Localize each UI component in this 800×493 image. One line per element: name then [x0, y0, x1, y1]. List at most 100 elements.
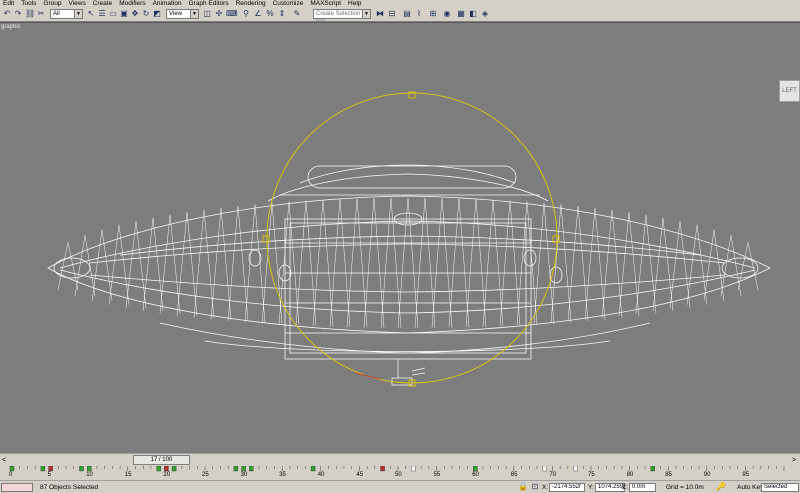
menu-tools[interactable]: Tools [21, 0, 36, 7]
mesh-edge [363, 198, 385, 328]
animation-key[interactable] [650, 466, 655, 472]
selection-filter-dropdown[interactable]: All ▼ [50, 9, 83, 19]
spinner-snap-icon[interactable]: ⇕ [277, 9, 287, 19]
snap-toggle-icon[interactable]: ⚲ [241, 9, 251, 19]
curve-editor-icon[interactable]: ⌇ [414, 9, 424, 19]
mesh-edge [397, 197, 419, 329]
pivot-center-icon[interactable]: ◫ [202, 9, 212, 19]
animation-key[interactable] [79, 466, 84, 472]
track-tick-label: 60 [472, 472, 479, 478]
unlink-icon[interactable]: ✂ [36, 9, 46, 19]
mesh-edge [635, 214, 657, 314]
mesh-edge [584, 207, 606, 320]
rotate-icon[interactable]: ↻ [141, 9, 151, 19]
track-tick-label: 45 [356, 472, 364, 478]
redo-icon[interactable]: ↷ [13, 9, 23, 19]
menu-create[interactable]: Create [93, 0, 113, 7]
keyboard-shortcut-icon[interactable]: ⌨ [226, 9, 238, 19]
animation-key[interactable] [411, 466, 416, 472]
status-bar: 87 Objects Selected 🔒 ⊡ X: -2174.552r Y:… [0, 480, 800, 493]
animation-key[interactable] [86, 466, 92, 472]
chevron-right-icon[interactable]: > [792, 457, 796, 464]
menu-maxscript[interactable]: MAXScript [310, 0, 341, 7]
named-selection-edit-icon[interactable]: ✎ [292, 9, 302, 19]
menu-bar: Edit Tools Group Views Create Modifiers … [0, 0, 800, 7]
menu-help[interactable]: Help [348, 0, 361, 7]
animation-key[interactable] [156, 466, 161, 472]
mesh-edge [652, 217, 674, 312]
menu-animation[interactable]: Animation [153, 0, 182, 7]
mesh-edge [431, 198, 453, 328]
align-icon[interactable]: ⊟ [387, 9, 397, 19]
menu-customize[interactable]: Customize [273, 0, 304, 7]
link-icon[interactable]: ⛓ [25, 9, 35, 19]
mesh-edge [465, 199, 487, 327]
track-tick-label: 90 [703, 472, 711, 478]
menu-graph-editors[interactable]: Graph Editors [189, 0, 229, 7]
animation-key[interactable] [233, 466, 239, 472]
auto-key-button[interactable]: Auto Key [737, 483, 763, 492]
animation-key[interactable] [573, 466, 578, 472]
menu-modifiers[interactable]: Modifiers [119, 0, 145, 7]
render-frame-icon[interactable]: ◧ [468, 9, 478, 19]
material-editor-icon[interactable]: ◉ [442, 9, 452, 19]
mesh-edge [295, 200, 317, 326]
animation-key[interactable] [241, 466, 246, 472]
named-selection-set-dropdown[interactable]: Create Selection Set ▼ [313, 9, 371, 25]
percent-snap-icon[interactable]: % [265, 9, 275, 19]
animation-key[interactable] [40, 466, 46, 472]
scale-icon[interactable]: ◩ [152, 9, 162, 19]
ufo-wireframe-model[interactable] [0, 23, 800, 453]
chevron-left-icon[interactable]: < [2, 457, 6, 464]
select-object-icon[interactable]: ↖ [86, 9, 96, 19]
select-by-name-icon[interactable]: ☰ [97, 9, 107, 19]
mesh-edge [159, 214, 181, 314]
rect-selection-icon[interactable]: ▭ [108, 9, 118, 19]
window-crossing-icon[interactable]: ▣ [119, 9, 129, 19]
animation-key[interactable] [249, 466, 254, 472]
render-setup-icon[interactable]: ▦ [456, 9, 466, 19]
animation-key[interactable] [164, 466, 169, 472]
viewport-left[interactable]: graphic LEFT [0, 22, 800, 453]
animation-key[interactable] [380, 466, 385, 472]
mesh-edge [108, 225, 130, 305]
animation-key[interactable] [542, 466, 547, 472]
animation-key[interactable] [310, 466, 316, 472]
menu-group[interactable]: Group [43, 0, 61, 7]
select-manipulate-icon[interactable]: ✣ [214, 9, 224, 19]
animation-key[interactable] [171, 466, 177, 472]
reference-coordinate-dropdown[interactable]: View ▼ [166, 9, 199, 19]
menu-rendering[interactable]: Rendering [236, 0, 266, 7]
undo-icon[interactable]: ↶ [2, 9, 12, 19]
absolute-mode-icon[interactable]: ⊡ [530, 482, 540, 492]
track-tick-label: 10 [86, 472, 93, 478]
z-coordinate-field[interactable]: 0.0m [629, 483, 656, 492]
lock-icon[interactable]: 🔒 [518, 482, 528, 492]
move-icon[interactable]: ✥ [130, 9, 140, 19]
track-tick-label: 5 [47, 472, 51, 478]
animation-key[interactable] [473, 466, 478, 472]
mesh-edge [91, 229, 113, 301]
key-icon[interactable]: 🔑 [716, 482, 726, 492]
schematic-view-icon[interactable]: ⊞ [428, 9, 438, 19]
track-bar[interactable]: 0 5 10 15 20 25 30 35 40 45 50 55 60 65 70 75 80 85 90 95 [0, 466, 800, 480]
mesh-edge [346, 198, 368, 328]
maxscript-listener-field[interactable] [1, 483, 33, 492]
time-slider-thumb[interactable]: 17 / 100 [132, 455, 190, 465]
track-tick-label: 50 [395, 472, 402, 478]
menu-edit[interactable]: Edit [3, 0, 14, 7]
quick-render-icon[interactable]: ◈ [480, 9, 490, 19]
track-tick-label: 40 [317, 472, 325, 478]
y-coordinate-field[interactable]: 1074.259r [595, 483, 625, 492]
time-slider-bar[interactable]: < 17 / 100 > [0, 453, 800, 466]
key-filter-dropdown[interactable]: Selected [761, 483, 799, 492]
menu-views[interactable]: Views [68, 0, 85, 7]
track-tick-label: 20 [163, 472, 171, 478]
mirror-icon[interactable]: ⧓ [375, 9, 385, 19]
layer-manager-icon[interactable]: ▤ [402, 9, 412, 19]
angle-snap-icon[interactable]: ∠ [253, 9, 263, 19]
animation-key[interactable] [48, 466, 53, 472]
mesh-edge [142, 217, 164, 312]
animation-key[interactable] [9, 466, 15, 472]
x-coordinate-field[interactable]: -2174.552r [549, 483, 585, 492]
